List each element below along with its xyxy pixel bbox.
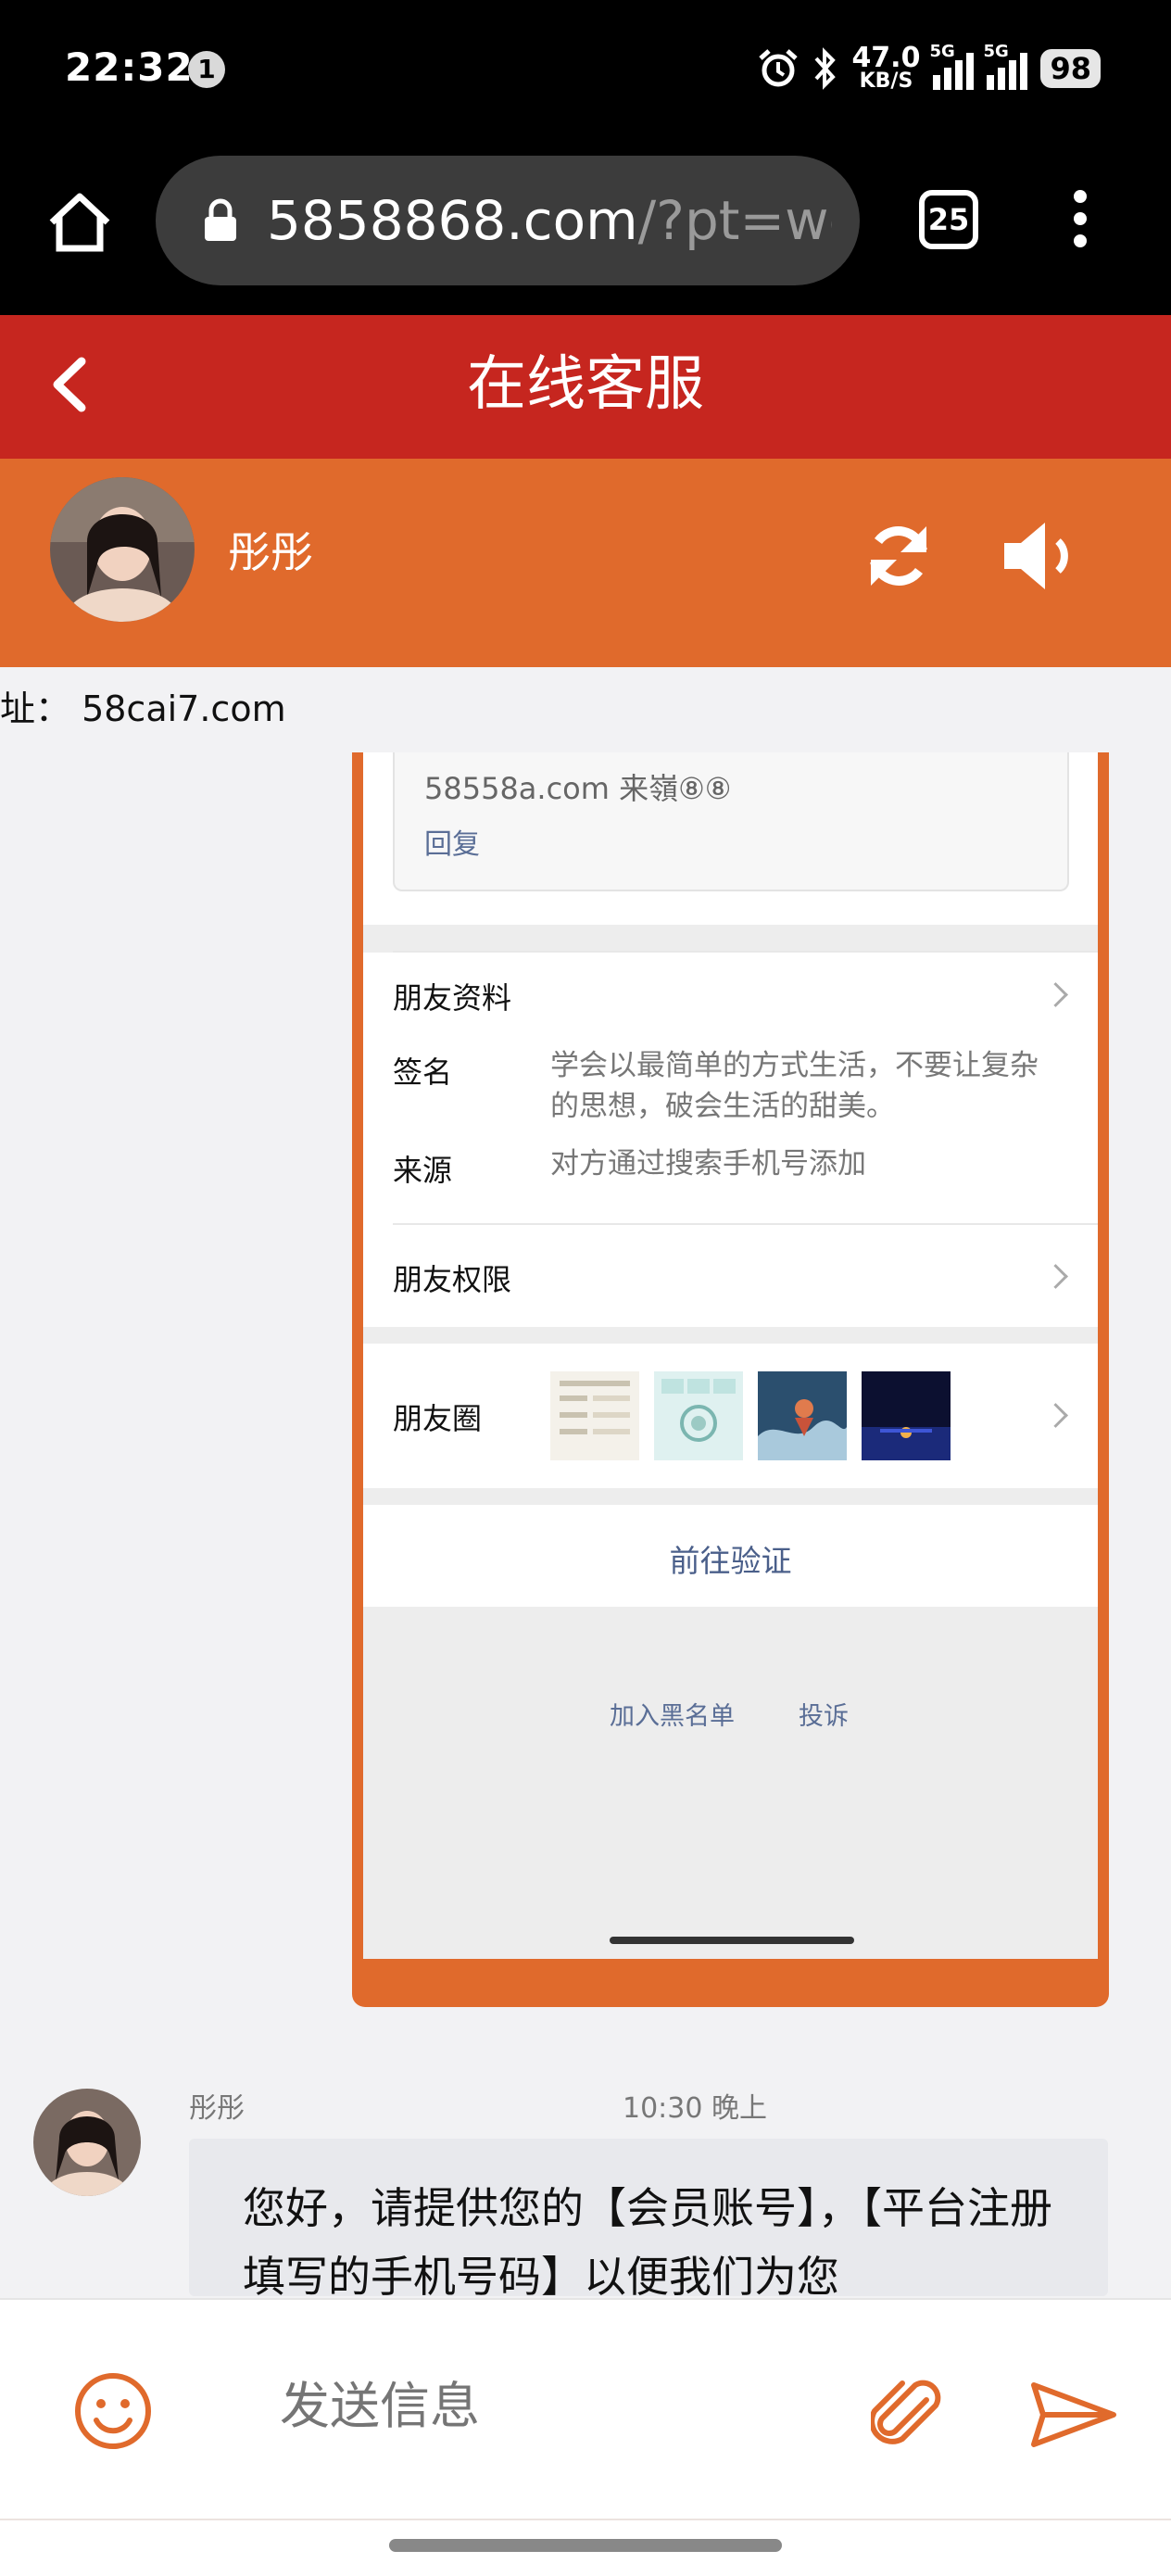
moments-row: 朋友圈 — [363, 1344, 1098, 1488]
paperclip-icon — [869, 2380, 941, 2444]
message-time: 10:30 晚上 — [623, 2092, 767, 2125]
message-bubble: 您好，请提供您的【会员账号】，【平台注册填写的手机号码】以便我们为您 — [189, 2139, 1108, 2296]
speaker-icon — [1004, 523, 1068, 589]
home-button[interactable] — [43, 185, 117, 259]
verify-row: 前往验证 — [363, 1505, 1098, 1607]
attach-button[interactable] — [869, 2372, 945, 2456]
signal-icon: 5G — [929, 42, 975, 90]
signal-icon: 5G — [983, 42, 1028, 90]
home-indicator-mini — [610, 1937, 854, 1944]
moments-thumbnail — [758, 1371, 847, 1460]
home-indicator[interactable] — [389, 2539, 782, 2552]
refresh-button[interactable] — [862, 519, 936, 593]
moments-thumbnail — [862, 1371, 951, 1460]
blacklist-link: 加入黑名单 — [610, 1702, 735, 1731]
back-arrow-icon — [53, 357, 86, 412]
report-link: 投诉 — [799, 1702, 849, 1731]
notification-badge: 1 — [188, 51, 225, 88]
back-button[interactable] — [44, 352, 100, 417]
bluetooth-icon — [814, 47, 837, 90]
friend-info-label: 朋友资料 — [393, 980, 512, 1016]
signature-value: 学会以最简单的方式生活，不要让复杂的思想，破会生活的甜美。 — [550, 1049, 1039, 1123]
sound-button[interactable] — [1001, 519, 1084, 593]
battery-indicator: 98 — [1040, 49, 1101, 88]
tabs-button[interactable]: 25 — [919, 190, 978, 249]
source-label: 来源 — [393, 1153, 453, 1188]
chevron-right-icon — [1043, 1403, 1068, 1428]
verify-link: 前往验证 — [669, 1543, 792, 1579]
smiley-icon — [75, 2373, 151, 2449]
net-speed: 47.0 KB/S — [851, 42, 921, 93]
more-menu-button[interactable] — [1065, 190, 1095, 255]
reply-snippet: 58558a.com 来嶺⑧⑧ — [424, 771, 732, 806]
message-sender: 彤彤 — [189, 2092, 245, 2125]
chevron-right-icon — [1043, 1264, 1068, 1289]
status-icons: 47.0 KB/S 5G 5G 98 — [757, 42, 1101, 95]
moments-thumbnail — [550, 1371, 639, 1460]
moments-label: 朋友圈 — [393, 1401, 483, 1436]
lock-icon — [202, 198, 239, 243]
chevron-right-icon — [1043, 982, 1068, 1007]
reply-section: 58558a.com 来嶺⑧⑧ 回复 — [363, 752, 1098, 925]
status-time: 22:32 — [65, 44, 194, 90]
signature-label: 签名 — [393, 1054, 453, 1090]
reply-link: 回复 — [424, 828, 480, 861]
agent-avatar — [50, 477, 195, 622]
send-button[interactable] — [1028, 2378, 1117, 2452]
permissions-row: 朋友权限 — [363, 1225, 1098, 1327]
agent-name: 彤彤 — [228, 527, 313, 577]
reply-box: 58558a.com 来嶺⑧⑧ 回复 — [393, 752, 1069, 891]
screenshot-content: 58558a.com 来嶺⑧⑧ 回复 朋友资料 签名 学会以最简单的方式生活，不… — [363, 752, 1098, 1959]
permissions-label: 朋友权限 — [393, 1262, 512, 1297]
emoji-button[interactable] — [72, 2370, 154, 2452]
moments-thumbnail — [654, 1371, 743, 1460]
sender-avatar — [33, 2089, 141, 2196]
send-icon — [1031, 2382, 1116, 2447]
message-input[interactable] — [278, 2368, 837, 2443]
refresh-icon — [870, 526, 927, 586]
message-text: 您好，请提供您的【会员账号】，【平台注册填写的手机号码】以便我们为您 — [243, 2183, 1052, 2296]
url-bar[interactable]: 5858868.com/?pt=we — [156, 156, 860, 285]
url-text: 5858868.com/?pt=we — [267, 189, 832, 252]
home-icon — [49, 193, 110, 252]
page-title: 在线客服 — [467, 350, 704, 419]
friend-info-section: 朋友资料 签名 学会以最简单的方式生活，不要让复杂的思想，破会生活的甜美。 来源… — [363, 953, 1098, 1227]
source-value: 对方通过搜索手机号添加 — [550, 1147, 866, 1181]
notice-banner: 址： 58cai7.com — [0, 667, 1171, 751]
alarm-icon — [759, 49, 799, 87]
